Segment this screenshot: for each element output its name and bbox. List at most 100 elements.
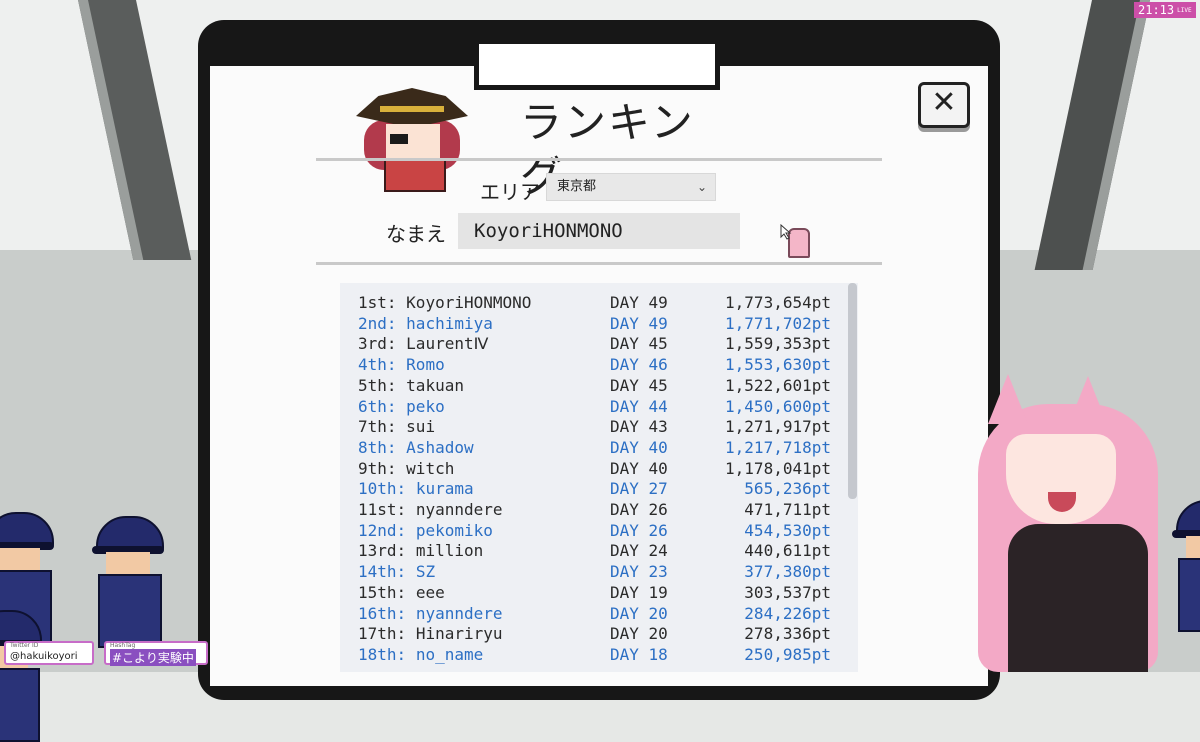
ranking-row: 7th: sui DAY 43 1,271,917pt: [358, 416, 838, 437]
ranking-day: DAY 18: [610, 644, 668, 664]
ranking-rank: 18th:: [358, 644, 407, 664]
ranking-day: DAY 46: [610, 355, 668, 375]
ranking-points: 1,522,601pt: [725, 375, 831, 395]
ranking-name: KoyoriHONMONO: [406, 293, 532, 312]
ranking-rank: 17th:: [358, 624, 407, 644]
police-sprite: [92, 516, 164, 648]
ranking-rank: 2nd:: [358, 313, 397, 333]
ranking-rank: 16th:: [358, 603, 407, 623]
streamer-avatar: [958, 374, 1200, 672]
ranking-name: Romo: [406, 355, 445, 375]
twitter-caption: Twitter ID: [10, 642, 39, 649]
ranking-row: 3rd: LaurentⅣ DAY 45 1,559,353pt: [358, 333, 838, 354]
ranking-points: 278,336pt: [744, 624, 831, 644]
ranking-row: 8th: Ashadow DAY 40 1,217,718pt: [358, 437, 838, 458]
ranking-rank: 10th:: [358, 479, 407, 499]
ranking-day: DAY 23: [610, 562, 668, 582]
ranking-points: 1,559,353pt: [725, 334, 831, 354]
ranking-points: 565,236pt: [744, 479, 831, 499]
ranking-name: LaurentⅣ: [406, 334, 489, 354]
ranking-day: DAY 26: [610, 520, 668, 540]
ranking-name: nyanndere: [415, 500, 503, 519]
ranking-rank-name: 13rd: million: [358, 540, 483, 561]
ranking-points: 1,450,600pt: [725, 396, 831, 416]
ranking-name: no_name: [415, 644, 484, 664]
twitter-badge: Twitter ID @hakuikoyori: [4, 641, 94, 665]
ranking-name: peko: [406, 396, 445, 416]
pointer-arrow-icon: [780, 224, 792, 240]
ranking-rank: 15th:: [358, 582, 407, 602]
ranking-rank: 1st:: [358, 293, 397, 312]
ranking-row: 2nd: hachimiya DAY 49 1,771,702pt: [358, 313, 838, 334]
ranking-day: DAY 45: [610, 375, 668, 395]
ranking-row: 6th: peko DAY 44 1,450,600pt: [358, 396, 838, 417]
ranking-row: 17th: Hinariryu DAY 20 278,336pt: [358, 623, 838, 644]
ranking-rank: 3rd:: [358, 334, 397, 354]
ranking-row: 12nd: pekomiko DAY 26 454,530pt: [358, 520, 838, 541]
divider: [316, 262, 882, 265]
ranking-rank-name: 4th: Romo: [358, 354, 445, 375]
ranking-day: DAY 20: [610, 603, 668, 623]
ranking-rank-name: 6th: peko: [358, 396, 445, 417]
ranking-name: pekomiko: [415, 520, 493, 540]
area-label: エリア: [480, 180, 540, 204]
ranking-day: DAY 26: [610, 500, 668, 519]
ranking-day: DAY 49: [610, 293, 668, 312]
ranking-day: DAY 43: [610, 417, 668, 437]
ranking-rank: 13rd:: [358, 541, 407, 561]
ranking-scrollbar[interactable]: [848, 283, 857, 499]
ranking-day: DAY 40: [610, 458, 668, 478]
ranking-rank-name: 15th: eee: [358, 582, 445, 603]
area-select[interactable]: 東京都 ⌄: [546, 173, 716, 201]
ranking-rank-name: 10th: kurama: [358, 478, 474, 499]
ranking-rank: 6th:: [358, 396, 397, 416]
ranking-row: 10th: kurama DAY 27 565,236pt: [358, 478, 838, 499]
page-title: ランキング: [520, 98, 695, 201]
hashtag-text: #こより実験中: [110, 649, 196, 666]
ranking-day: DAY 40: [610, 437, 668, 457]
ranking-rank-name: 2nd: hachimiya: [358, 313, 493, 334]
ranking-name: Hinariryu: [415, 624, 503, 644]
hashtag-badge: HashTag #こより実験中: [104, 641, 208, 666]
hashtag-caption: HashTag: [110, 642, 136, 649]
ranking-points: 1,271,917pt: [725, 417, 831, 437]
name-label: なまえ: [386, 222, 446, 246]
cursor-icon: [780, 224, 810, 258]
ranking-points: 1,773,654pt: [725, 293, 831, 312]
pirate-avatar-sprite: [350, 78, 476, 192]
ranking-name: SZ: [415, 562, 436, 582]
live-indicator: LIVE: [1177, 6, 1192, 14]
ranking-name: witch: [406, 458, 455, 478]
ranking-day: DAY 20: [610, 624, 668, 644]
ranking-points: 377,380pt: [744, 562, 831, 582]
ranking-rank-name: 1st: KoyoriHONMONO: [358, 292, 531, 313]
ranking-row: 4th: Romo DAY 46 1,553,630pt: [358, 354, 838, 375]
area-select-value: 東京都: [557, 179, 597, 194]
ranking-name: million: [415, 541, 484, 561]
ranking-rank: 9th:: [358, 458, 397, 478]
name-input[interactable]: KoyoriHONMONO: [458, 213, 740, 249]
close-button[interactable]: ✕: [918, 82, 970, 128]
ranking-rank-name: 17th: Hinariryu: [358, 623, 503, 644]
ranking-rank: 5th:: [358, 375, 397, 395]
ranking-rank-name: 12nd: pekomiko: [358, 520, 493, 541]
ranking-rank-name: 3rd: LaurentⅣ: [358, 333, 488, 354]
ranking-points: 303,537pt: [744, 582, 831, 602]
ranking-points: 471,711pt: [744, 500, 831, 519]
ranking-rank-name: 5th: takuan: [358, 375, 464, 396]
ranking-row: 14th: SZ DAY 23 377,380pt: [358, 561, 838, 582]
stream-clock: 21:13 LIVE: [1134, 2, 1196, 18]
ranking-points: 1,178,041pt: [725, 458, 831, 478]
ranking-points: 1,771,702pt: [725, 313, 831, 333]
ranking-name: takuan: [406, 375, 464, 395]
ranking-points: 1,553,630pt: [725, 355, 831, 375]
ranking-name: hachimiya: [406, 313, 493, 333]
ranking-name: kurama: [415, 479, 474, 499]
ranking-day: DAY 24: [610, 541, 668, 561]
ranking-row: 15th: eee DAY 19 303,537pt: [358, 582, 838, 603]
chevron-down-icon: ⌄: [696, 180, 707, 194]
ranking-row: 18th: no_name DAY 18 250,985pt: [358, 644, 838, 665]
ranking-points: 284,226pt: [744, 603, 831, 623]
ranking-rank: 11st:: [358, 500, 407, 519]
ranking-row: 9th: witch DAY 40 1,178,041pt: [358, 458, 838, 479]
